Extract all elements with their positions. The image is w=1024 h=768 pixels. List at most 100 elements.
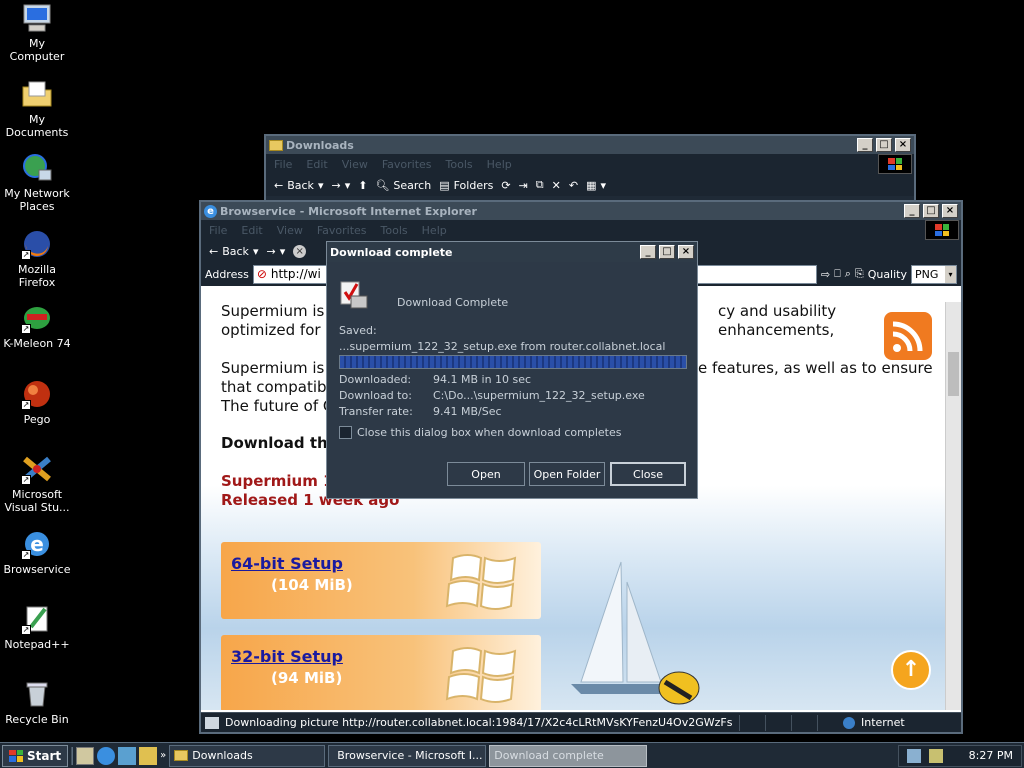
menu-file[interactable]: File: [209, 224, 227, 237]
minimize-button[interactable]: _: [904, 204, 920, 218]
ie-icon: e: [204, 204, 217, 218]
chevron-right-icon[interactable]: »: [160, 750, 166, 761]
undo-button[interactable]: ↶: [569, 179, 578, 192]
dialog-titlebar[interactable]: Download complete _ □ ×: [327, 242, 697, 262]
shortcut-arrow-icon: ↗: [21, 625, 31, 635]
windows-flag-icon: [9, 749, 23, 762]
download-heading: Download the: [221, 434, 338, 452]
close-when-complete-label[interactable]: Close this dialog box when download comp…: [357, 426, 621, 439]
scroll-to-top-icon[interactable]: ↑: [891, 650, 931, 690]
downloads-title: Downloads: [286, 138, 354, 152]
menu-tools[interactable]: Tools: [446, 158, 473, 171]
menu-file[interactable]: File: [274, 158, 292, 171]
open-folder-button[interactable]: Open Folder: [529, 462, 605, 486]
up-folder-button[interactable]: ⬆: [358, 179, 367, 192]
open-button[interactable]: Open: [447, 462, 525, 486]
menu-edit[interactable]: Edit: [306, 158, 327, 171]
start-button[interactable]: Start: [2, 744, 69, 767]
desktop-icon-computer[interactable]: My Computer: [0, 2, 74, 63]
copy-to-icon: ⧉: [535, 178, 544, 191]
back-button[interactable]: ← Back ▾: [209, 245, 258, 258]
internet-explorer-icon[interactable]: [97, 746, 116, 765]
network-quicklaunch-icon[interactable]: [118, 746, 137, 765]
downloaded-value: 94.1 MB in 10 sec: [433, 373, 532, 386]
desktop-icon-visual-studio[interactable]: ↗ Microsoft Visual Stu...: [0, 453, 74, 514]
taskbar-item-browservice[interactable]: Browservice - Microsoft I...: [328, 744, 487, 767]
menu-favorites[interactable]: Favorites: [382, 158, 432, 171]
setup-32bit-link[interactable]: 32-bit Setup: [231, 647, 343, 666]
desktop-icon-pego[interactable]: ↗ Pego: [0, 378, 74, 426]
menu-favorites[interactable]: Favorites: [317, 224, 367, 237]
back-button[interactable]: ← Back ▾: [274, 179, 323, 192]
menu-help[interactable]: Help: [422, 224, 447, 237]
forward-button[interactable]: → ▾: [266, 245, 285, 258]
menu-view[interactable]: View: [277, 224, 303, 237]
status-page-icon: [205, 716, 219, 729]
desktop-icon-firefox[interactable]: ↗ Mozilla Firefox: [0, 228, 74, 289]
desktop-icon-internet-explorer[interactable]: e ↗ Browservice: [0, 528, 74, 576]
quality-select[interactable]: PNG ▾: [911, 264, 957, 284]
desktop-icon-network[interactable]: My Network Places: [0, 152, 74, 213]
quality-label: Quality: [867, 267, 907, 281]
close-button[interactable]: ×: [942, 204, 958, 218]
folders-icon: ▤: [439, 178, 450, 192]
history-button[interactable]: ⟳: [501, 179, 510, 192]
shortcut-arrow-icon: ↗: [21, 400, 31, 410]
rss-icon[interactable]: [884, 312, 932, 360]
desktop-icon-label: Browservice: [3, 563, 71, 576]
bookmark-icon[interactable]: ⎕: [834, 267, 841, 281]
minimize-button[interactable]: _: [857, 138, 873, 152]
maximize-button[interactable]: □: [876, 138, 892, 152]
clock[interactable]: 8:27 PM: [969, 749, 1013, 762]
maximize-button[interactable]: □: [659, 245, 675, 259]
copy-to-button[interactable]: ⧉: [536, 178, 544, 192]
setup-32bit-button[interactable]: 32-bit Setup (94 MiB): [221, 635, 541, 710]
desktop-icon-notepadpp[interactable]: ↗ Notepad++: [0, 603, 74, 651]
tray-app-icon[interactable]: [928, 748, 943, 763]
quick-launch-divider: [71, 746, 74, 765]
desktop-icon-label: Mozilla Firefox: [18, 263, 56, 289]
desktop-icon-recycle-bin[interactable]: Recycle Bin: [0, 678, 74, 726]
shortcut-arrow-icon: ↗: [21, 324, 31, 334]
menu-help[interactable]: Help: [487, 158, 512, 171]
search-quicklaunch-icon[interactable]: [139, 746, 158, 765]
desktop-icon-label: My Documents: [5, 113, 69, 139]
scrollbar-thumb[interactable]: [948, 352, 959, 396]
go-arrow-icon[interactable]: ⇨: [821, 268, 830, 281]
menu-tools[interactable]: Tools: [381, 224, 408, 237]
views-button[interactable]: ▦ ▾: [586, 179, 606, 192]
minimize-button[interactable]: _: [640, 245, 656, 259]
address-label: Address: [205, 267, 249, 281]
clipboard-icon[interactable]: ⎘: [855, 267, 864, 281]
close-button[interactable]: ×: [678, 245, 694, 259]
find-icon[interactable]: ⌕: [845, 267, 851, 281]
taskbar-item-download-complete[interactable]: Download complete: [489, 744, 648, 767]
show-desktop-icon[interactable]: [76, 746, 95, 765]
delete-button[interactable]: ✕: [552, 179, 561, 192]
close-when-complete-checkbox[interactable]: [339, 426, 352, 439]
stop-button[interactable]: ×: [293, 244, 307, 258]
desktop-icon-kmeleon[interactable]: ↗ K-Meleon 74: [0, 302, 74, 350]
desktop-icon-folder-documents[interactable]: My Documents: [0, 78, 74, 139]
search-button[interactable]: 🔍︎ Search: [375, 179, 431, 192]
menu-view[interactable]: View: [342, 158, 368, 171]
download-complete-dialog[interactable]: Download complete _ □ × Download Complet…: [326, 241, 698, 499]
menu-edit[interactable]: Edit: [241, 224, 262, 237]
close-dialog-button[interactable]: Close: [610, 462, 686, 486]
taskbar-item-downloads[interactable]: Downloads: [169, 744, 326, 767]
move-to-button[interactable]: ⇥: [519, 179, 528, 192]
browser-title: Browservice - Microsoft Internet Explore…: [220, 204, 477, 218]
folders-button[interactable]: ▤ Folders: [439, 179, 493, 192]
setup-64bit-link[interactable]: 64-bit Setup: [231, 554, 343, 573]
close-button[interactable]: ×: [895, 138, 911, 152]
downloads-toolbar: ← Back ▾ → ▾ ⬆ 🔍︎ Search ▤ Folders ⟳ ⇥ ⧉ …: [266, 174, 914, 196]
up-folder-icon: ⬆: [358, 178, 368, 192]
network-tray-icon[interactable]: [906, 748, 921, 763]
setup-64bit-button[interactable]: 64-bit Setup (104 MiB): [221, 542, 541, 619]
downloads-titlebar[interactable]: Downloads _ □ ×: [266, 136, 914, 154]
dropdown-arrow-icon: ▾: [279, 244, 286, 258]
vertical-scrollbar[interactable]: [945, 302, 961, 710]
maximize-button[interactable]: □: [923, 204, 939, 218]
browser-titlebar[interactable]: e Browservice - Microsoft Internet Explo…: [201, 202, 961, 220]
forward-button[interactable]: → ▾: [331, 179, 350, 192]
